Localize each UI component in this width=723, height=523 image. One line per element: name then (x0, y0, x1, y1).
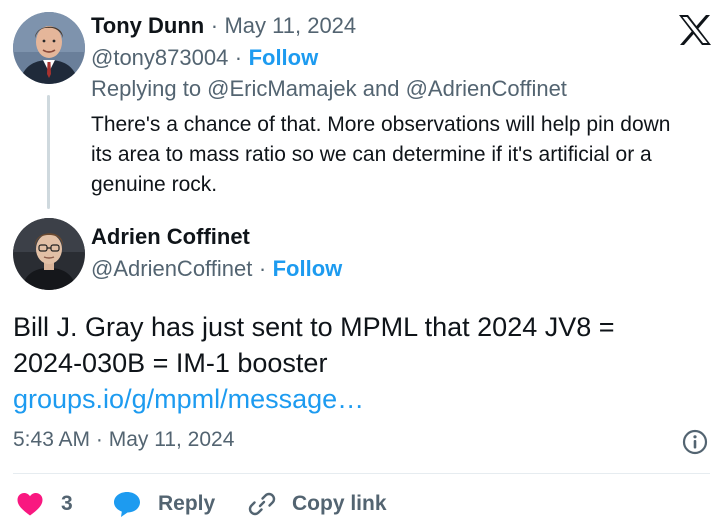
main-author-handle[interactable]: @AdrienCoffinet (91, 256, 252, 281)
main-tweet-timestamp[interactable]: 5:43 AM · May 11, 2024 (13, 428, 234, 452)
heart-icon[interactable] (16, 491, 44, 517)
main-handle-row: @AdrienCoffinet · Follow (91, 256, 342, 282)
copy-link-action[interactable]: Copy link (248, 490, 387, 518)
main-author-row: Adrien Coffinet (91, 224, 250, 250)
copy-link-label: Copy link (292, 492, 387, 515)
reply-author-handle[interactable]: @tony873004 (91, 45, 228, 70)
reply-follow-button[interactable]: Follow (249, 45, 319, 70)
avatar-adrien-coffinet[interactable] (13, 218, 85, 290)
like-count: 3 (61, 492, 73, 515)
reply-label: Reply (158, 492, 216, 515)
reply-handle-separator: · (234, 45, 243, 70)
main-follow-button[interactable]: Follow (273, 256, 343, 281)
reply-author-name[interactable]: Tony Dunn (91, 13, 204, 38)
reply-bubble-icon[interactable] (112, 490, 142, 518)
info-icon[interactable] (682, 429, 708, 455)
reply-text-line: its area to mass ratio so we can determi… (91, 143, 652, 166)
avatar-adrien-coffinet-image (13, 218, 85, 290)
avatar-tony-dunn[interactable] (13, 12, 85, 84)
main-tweet-text: Bill J. Gray has just sent to MPML that … (13, 309, 615, 417)
avatar-tony-dunn-image (13, 12, 85, 84)
main-text-line: Bill J. Gray has just sent to MPML that … (13, 312, 615, 342)
main-handle-separator: · (258, 256, 267, 281)
link-icon[interactable] (248, 490, 276, 518)
reply-tweet-text: There's a chance of that. More observati… (91, 110, 671, 200)
main-tweet-link[interactable]: groups.io/g/mpml/message… (13, 381, 615, 417)
reply-author-row: Tony Dunn · May 11, 2024 (91, 13, 356, 39)
reply-handle-row: @tony873004 · Follow (91, 45, 318, 71)
reply-text-line: genuine rock. (91, 173, 218, 196)
main-author-name[interactable]: Adrien Coffinet (91, 224, 250, 249)
reply-text-line: There's a chance of that. More observati… (91, 113, 671, 136)
main-text-line: 2024-030B = IM-1 booster (13, 348, 328, 378)
x-logo-icon[interactable] (678, 14, 712, 46)
thread-connector-line (47, 95, 50, 209)
divider (13, 473, 710, 474)
reply-date[interactable]: May 11, 2024 (224, 13, 356, 38)
like-action[interactable]: 3 (16, 490, 73, 518)
reply-action[interactable]: Reply (112, 490, 215, 518)
reply-separator: · (210, 13, 219, 38)
replying-to-line[interactable]: Replying to @EricMamajek and @AdrienCoff… (91, 76, 567, 102)
